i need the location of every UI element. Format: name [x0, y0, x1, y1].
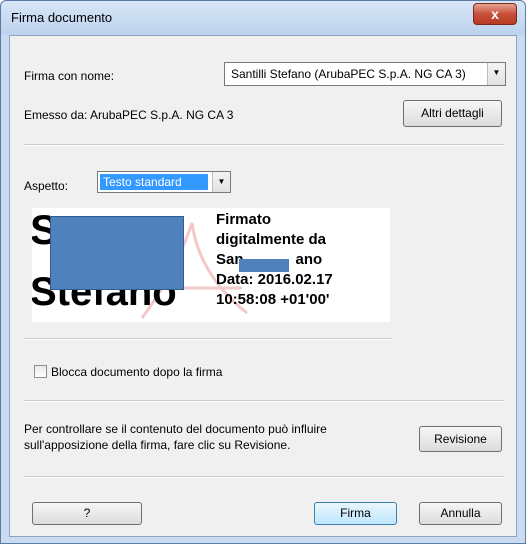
- review-text-line1: Per controllare se il contenuto del docu…: [24, 422, 327, 436]
- issuer-text: Emesso da: ArubaPEC S.p.A. NG CA 3: [24, 108, 234, 122]
- lock-checkbox[interactable]: [34, 365, 47, 378]
- sig-name-right: ano: [295, 251, 323, 268]
- lock-label: Blocca documento dopo la firma: [51, 365, 223, 379]
- title-bar: Firma documento x: [1, 1, 525, 35]
- appearance-value: Testo standard: [103, 175, 182, 189]
- dialog-title: Firma documento: [11, 10, 113, 25]
- sig-date: Data: 2016.02.17: [216, 271, 333, 288]
- redaction-box: [50, 216, 184, 290]
- redaction-box: [239, 259, 289, 272]
- sign-document-dialog: Firma documento x Firma con nome: Santil…: [0, 0, 526, 544]
- cancel-button[interactable]: Annulla: [419, 502, 502, 525]
- signature-preview: S Stefano Firmato digitalmente da San ano…: [32, 208, 390, 322]
- sign-as-select[interactable]: Santilli Stefano (ArubaPEC S.p.A. NG CA …: [224, 62, 506, 86]
- review-text-line2: sull'apposizione della firma, fare clic …: [24, 438, 291, 452]
- sign-as-label: Firma con nome:: [24, 69, 115, 83]
- appearance-select[interactable]: Testo standard ▼: [97, 171, 231, 193]
- dialog-body: Firma con nome: Santilli Stefano (ArubaP…: [9, 35, 517, 537]
- review-button[interactable]: Revisione: [419, 426, 502, 452]
- separator: [24, 338, 392, 340]
- separator: [24, 476, 504, 478]
- chevron-down-icon: ▼: [487, 63, 505, 85]
- separator: [24, 144, 504, 146]
- close-button[interactable]: x: [473, 3, 517, 25]
- sign-button[interactable]: Firma: [314, 502, 397, 525]
- chevron-down-icon: ▼: [212, 172, 230, 192]
- more-details-button[interactable]: Altri dettagli: [403, 100, 502, 127]
- sig-line2: digitalmente da: [216, 231, 327, 248]
- sign-as-value: Santilli Stefano (ArubaPEC S.p.A. NG CA …: [231, 67, 466, 81]
- appearance-label: Aspetto:: [24, 179, 69, 193]
- sig-line1: Firmato: [216, 211, 272, 228]
- sig-time: 10:58:08 +01'00': [216, 291, 330, 308]
- separator: [24, 400, 504, 402]
- help-button[interactable]: ?: [32, 502, 142, 525]
